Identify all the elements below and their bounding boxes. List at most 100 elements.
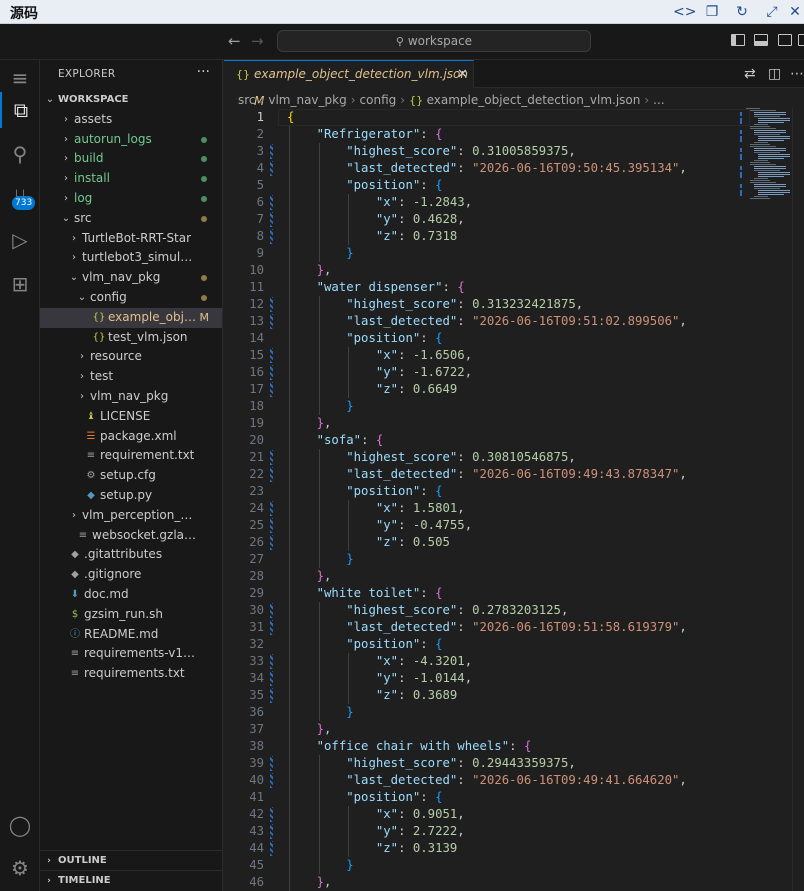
explorer-sidebar: EXPLORER ··· ⌄ WORKSPACE › assets › autorun…	[40, 60, 223, 891]
tree-item-label: src	[74, 210, 92, 225]
breadcrumb-item[interactable]: ...	[653, 93, 664, 107]
tree-folder[interactable]: › autorun_logs	[40, 130, 222, 150]
breadcrumb-item[interactable]: vlm_nav_pkg	[268, 93, 346, 107]
chevron-down-icon: ⌄	[45, 94, 55, 105]
tree-file[interactable]: ◆ .gitignore	[40, 565, 222, 585]
code-icon[interactable]: <>	[673, 3, 696, 21]
run-debug-icon[interactable]: ▷	[0, 222, 40, 258]
breadcrumb-item[interactable]: example_object_detection_vlm.json	[427, 93, 641, 107]
line-number: 42	[249, 807, 264, 821]
tree-file[interactable]: ♝ LICENSE	[40, 407, 222, 427]
copy-icon[interactable]: ❐	[703, 3, 721, 21]
tree-folder[interactable]: › test	[40, 367, 222, 387]
split-editor-icon[interactable]: ◫	[768, 66, 781, 82]
modified-gutter-marker	[270, 620, 273, 635]
tree-folder[interactable]: › resource	[40, 347, 222, 367]
tree-folder[interactable]: ⌄ src	[40, 209, 222, 229]
account-icon[interactable]: ◯	[0, 807, 40, 843]
toggle-secondary-sidebar-icon[interactable]	[778, 34, 792, 46]
editor-scrollbar[interactable]	[792, 108, 804, 891]
forward-button[interactable]: →	[251, 32, 264, 50]
tree-file[interactable]: ⬇ doc.md	[40, 585, 222, 605]
tree-file[interactable]: ⚙ setup.cfg	[40, 466, 222, 486]
minimap-line	[758, 194, 784, 195]
close-icon[interactable]: ✕	[786, 3, 804, 21]
json-value: 0.505	[412, 535, 450, 549]
menu-icon[interactable]: ≡	[0, 60, 40, 96]
tree-item-label: turtlebot3_simulations	[82, 250, 197, 265]
command-center-search[interactable]: ⚲ workspace	[277, 30, 591, 52]
tree-file[interactable]: ≡ requirement.txt	[40, 446, 222, 466]
line-number: 45	[249, 858, 264, 872]
minimap-line	[750, 128, 776, 129]
timeline-section[interactable]: › TIMELINE	[40, 870, 222, 890]
line-number: 27	[249, 552, 264, 566]
host-title: 源码	[10, 6, 38, 22]
breadcrumb-item[interactable]: src	[238, 93, 256, 107]
minimap-line	[750, 162, 770, 163]
settings-gear-icon[interactable]: ⚙	[0, 850, 40, 886]
explorer-icon[interactable]: ⧉	[0, 92, 40, 128]
fullscreen-icon[interactable]: ⤢	[763, 3, 781, 21]
tree-file[interactable]: ◆ .gitattributes	[40, 545, 222, 565]
tree-folder[interactable]: › vlm_nav_pkg	[40, 387, 222, 407]
toggle-panel-icon[interactable]	[754, 34, 768, 46]
tree-file[interactable]: $ gzsim_run.sh	[40, 605, 222, 625]
modified-gutter-marker	[270, 382, 273, 397]
line-number: 16	[249, 365, 264, 379]
tree-folder[interactable]: ⌄ config	[40, 288, 222, 308]
tree-file[interactable]: {}example_object_...M	[40, 307, 222, 328]
code-line: }	[346, 246, 354, 260]
minimap-line	[754, 114, 786, 115]
customize-layout-icon[interactable]	[798, 34, 804, 46]
toggle-primary-sidebar-icon[interactable]	[731, 34, 745, 46]
minimap-change-marker	[740, 114, 742, 116]
tree-file[interactable]: ⓘ README.md	[40, 625, 222, 645]
indent-guide	[348, 653, 350, 704]
search-icon: ⚲	[395, 35, 404, 48]
minimap-line	[754, 132, 786, 133]
chevron-down-icon: ⌄	[61, 212, 71, 224]
tree-folder[interactable]: › assets	[40, 110, 222, 130]
tree-folder[interactable]: › log	[40, 189, 222, 209]
outline-section[interactable]: › OUTLINE	[40, 850, 222, 870]
line-number: 20	[249, 433, 264, 447]
refresh-icon[interactable]: ↻	[733, 3, 751, 21]
more-actions-icon[interactable]: ···	[197, 64, 210, 80]
code-line: "office chair with wheels": {	[316, 739, 532, 753]
search-icon[interactable]: ⚲	[0, 136, 40, 172]
json-value: 1.5801	[412, 501, 458, 515]
line-number: 22	[249, 467, 264, 481]
tree-file[interactable]: ≡ requirements.txt	[40, 664, 222, 684]
code-editor[interactable]: 1 {2 "Refrigerator": {3 "highest_score": …	[224, 109, 804, 891]
line-number: 4	[256, 161, 264, 175]
tree-folder[interactable]: ⌄ vlm_nav_pkg	[40, 268, 222, 288]
git-icon: ◆	[71, 569, 79, 581]
back-button[interactable]: ←	[228, 32, 241, 50]
tree-file[interactable]: ☰ package.xml	[40, 427, 222, 447]
host-titlebar: 源码 <> ❐ ↻ ⤢ ✕	[0, 0, 804, 24]
tree-file[interactable]: ≡ requirements-v100.txt	[40, 644, 222, 664]
python-icon: ◆	[87, 489, 95, 501]
modified-gutter-marker	[270, 671, 273, 686]
tree-folder[interactable]: › TurtleBot-RRT-Star	[40, 229, 222, 249]
open-changes-icon[interactable]: ⇄	[744, 66, 756, 82]
tree-file[interactable]: {} test_vlm.json	[40, 328, 222, 348]
breadcrumb-item[interactable]: config	[360, 93, 397, 107]
more-actions-icon[interactable]: ⋯	[790, 66, 804, 82]
json-value: -1.0144	[412, 671, 465, 685]
tree-file[interactable]: ≡ websocket.gzlaunch	[40, 526, 222, 546]
tree-folder[interactable]: › install	[40, 169, 222, 189]
search-placeholder: workspace	[407, 34, 473, 48]
tree-item-label: test_vlm.json	[108, 329, 188, 344]
line-number: 23	[249, 484, 264, 498]
close-tab-icon[interactable]: ✕	[457, 61, 468, 88]
tree-file[interactable]: ◆ setup.py	[40, 486, 222, 506]
tree-folder[interactable]: › turtlebot3_simulations	[40, 248, 222, 268]
tab-example-object-detection[interactable]: {} example_object_detection_vlm.json M ✕	[224, 60, 474, 108]
tree-folder[interactable]: › vlm_perception_pkg	[40, 506, 222, 526]
workspace-root[interactable]: ⌄ WORKSPACE	[40, 90, 222, 110]
tree-folder[interactable]: › build	[40, 149, 222, 169]
modified-gutter-marker	[270, 212, 273, 227]
extensions-icon[interactable]: ⊞	[0, 266, 40, 302]
